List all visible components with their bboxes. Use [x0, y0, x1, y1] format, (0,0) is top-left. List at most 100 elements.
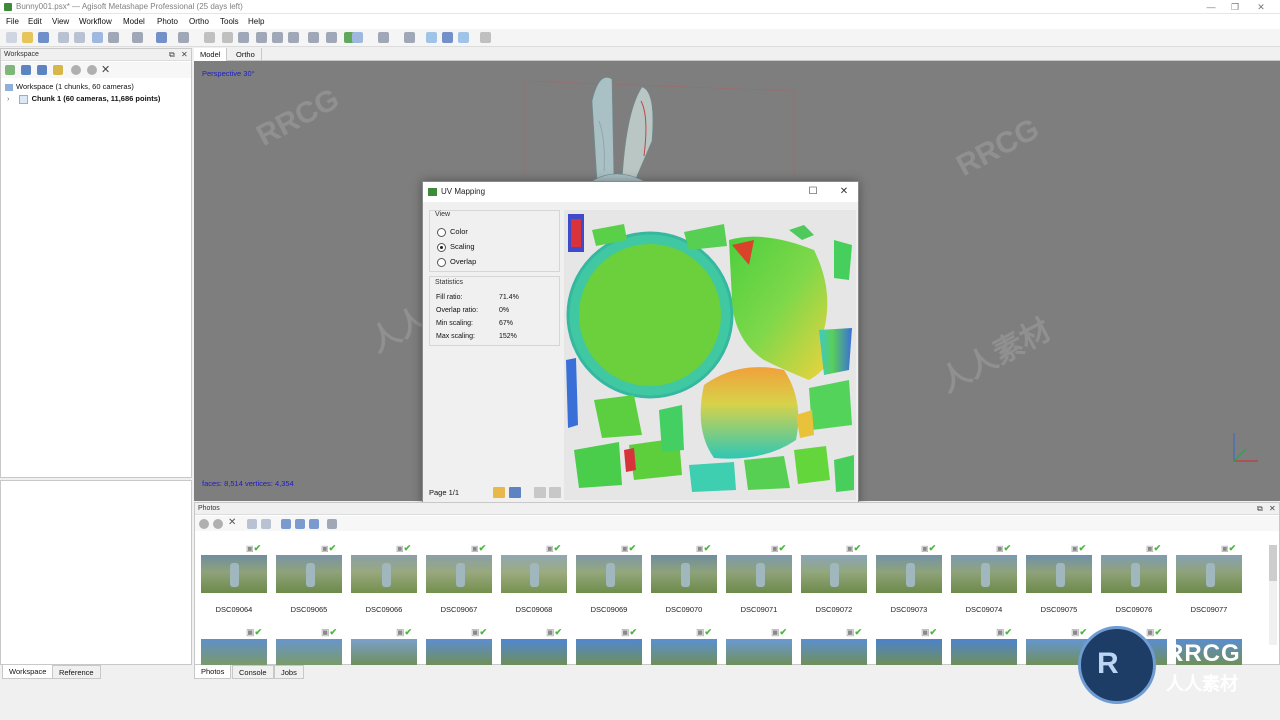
uv-atlas-canvas[interactable]: [564, 210, 856, 500]
photo-thumbnail[interactable]: ▣✔ DSC09068: [501, 539, 567, 619]
photo-thumbnail[interactable]: ▣✔ DSC09065: [276, 539, 342, 619]
menu-photo[interactable]: Photo: [157, 17, 178, 26]
add-folder-icon[interactable]: [37, 65, 47, 75]
close-panel-icon[interactable]: ✕: [181, 50, 188, 59]
workspace-root[interactable]: Workspace (1 chunks, 60 cameras): [5, 82, 134, 91]
menu-workflow[interactable]: Workflow: [79, 17, 112, 26]
rotate-left-icon[interactable]: [247, 519, 257, 529]
photo-thumbnail[interactable]: [276, 639, 342, 665]
radio-button[interactable]: [437, 228, 446, 237]
photo-thumbnail[interactable]: [951, 639, 1017, 665]
menu-edit[interactable]: Edit: [28, 17, 42, 26]
ruler-icon[interactable]: [178, 32, 189, 43]
enable-camera-icon[interactable]: [213, 519, 223, 529]
photo-thumbnail[interactable]: [726, 639, 792, 665]
radio-color[interactable]: Color: [437, 227, 468, 237]
menu-tools[interactable]: Tools: [220, 17, 239, 26]
enable-icon[interactable]: [87, 65, 97, 75]
dense-cloud-icon[interactable]: [378, 32, 389, 43]
remove-icon[interactable]: ✕: [101, 63, 110, 76]
new-icon[interactable]: [6, 32, 17, 43]
close-panel-icon[interactable]: ✕: [1269, 504, 1276, 513]
menu-ortho[interactable]: Ortho: [189, 17, 209, 26]
photo-thumbnail[interactable]: ▣✔ DSC09077: [1176, 539, 1242, 619]
open-icon[interactable]: [22, 32, 33, 43]
minimize-icon[interactable]: —: [1202, 1, 1220, 13]
navigation-icon[interactable]: [156, 32, 167, 43]
photo-thumbnail[interactable]: [651, 639, 717, 665]
merge-icon[interactable]: [53, 65, 63, 75]
photos-scrollbar[interactable]: [1269, 545, 1277, 645]
show-cameras-icon[interactable]: [426, 32, 437, 43]
photo-thumbnail[interactable]: ▣✔ DSC09071: [726, 539, 792, 619]
tab-reference[interactable]: Reference: [52, 665, 101, 679]
move-icon[interactable]: [288, 32, 299, 43]
photo-thumbnail[interactable]: ▣✔ DSC09074: [951, 539, 1017, 619]
thumbnail-medium-icon[interactable]: [295, 519, 305, 529]
settings-icon[interactable]: [480, 32, 491, 43]
shape-icon[interactable]: [132, 32, 143, 43]
photo-thumbnail[interactable]: ▣✔ DSC09070: [651, 539, 717, 619]
photo-thumbnail[interactable]: [501, 639, 567, 665]
camera-icon[interactable]: [404, 32, 415, 43]
menu-file[interactable]: File: [6, 17, 19, 26]
grid-icon[interactable]: [308, 32, 319, 43]
tab-photos[interactable]: Photos: [194, 665, 232, 679]
menu-model[interactable]: Model: [123, 17, 145, 26]
photo-thumbnail[interactable]: ▣✔ DSC09073: [876, 539, 942, 619]
close-icon[interactable]: ✕: [835, 185, 853, 199]
photo-thumbnail[interactable]: [426, 639, 492, 665]
photo-thumbnail[interactable]: ▣✔ DSC09075: [1026, 539, 1092, 619]
tab-model[interactable]: Model: [194, 48, 228, 61]
redo-icon[interactable]: [74, 32, 85, 43]
photo-thumbnail[interactable]: ▣✔ DSC09072: [801, 539, 867, 619]
tab-ortho[interactable]: Ortho: [230, 48, 262, 61]
photo-thumbnail[interactable]: ▣✔ DSC09066: [351, 539, 417, 619]
maximize-icon[interactable]: ☐: [804, 185, 822, 199]
radio-scaling[interactable]: Scaling: [437, 242, 475, 252]
photo-thumbnail[interactable]: ▣✔ DSC09069: [576, 539, 642, 619]
thumbnail-small-icon[interactable]: [281, 519, 291, 529]
float-panel-icon[interactable]: ⧉: [169, 50, 175, 60]
add-chunk-icon[interactable]: [5, 65, 15, 75]
save-icon[interactable]: [38, 32, 49, 43]
chunk-item[interactable]: › Chunk 1 (60 cameras, 11,686 points): [7, 94, 160, 104]
undo-icon[interactable]: [58, 32, 69, 43]
scrollbar-thumb[interactable]: [1269, 545, 1277, 581]
photo-thumbnail[interactable]: ▣✔ DSC09064: [201, 539, 267, 619]
photo-thumbnail[interactable]: [351, 639, 417, 665]
radio-overlap[interactable]: Overlap: [437, 257, 476, 267]
disable-icon[interactable]: [71, 65, 81, 75]
zoom-out-icon[interactable]: [272, 32, 283, 43]
photo-thumbnail[interactable]: [876, 639, 942, 665]
menu-view[interactable]: View: [52, 17, 69, 26]
close-icon[interactable]: ✕: [1252, 1, 1270, 13]
rotate-right-icon[interactable]: [261, 519, 271, 529]
disable-camera-icon[interactable]: [199, 519, 209, 529]
remove-icon[interactable]: ✕: [228, 517, 236, 528]
next-page-icon[interactable]: [549, 487, 561, 498]
save-icon[interactable]: [509, 487, 521, 498]
expand-arrow-icon[interactable]: ›: [7, 94, 10, 103]
photo-thumbnail[interactable]: ▣✔ DSC09067: [426, 539, 492, 619]
select-icon[interactable]: [92, 32, 103, 43]
view-mode-icon[interactable]: [327, 519, 337, 529]
tab-workspace[interactable]: Workspace: [2, 665, 54, 679]
photo-thumbnail[interactable]: [576, 639, 642, 665]
delete-icon[interactable]: [204, 32, 215, 43]
rectangle-select-icon[interactable]: [108, 32, 119, 43]
photo-thumbnail[interactable]: ▣✔ DSC09076: [1101, 539, 1167, 619]
previous-page-icon[interactable]: [534, 487, 546, 498]
show-region-icon[interactable]: [458, 32, 469, 43]
zoom-in-icon[interactable]: [256, 32, 267, 43]
float-panel-icon[interactable]: ⧉: [1257, 504, 1263, 514]
crop-icon[interactable]: [238, 32, 249, 43]
close-x-icon[interactable]: [222, 32, 233, 43]
photo-thumbnail[interactable]: [801, 639, 867, 665]
tab-console[interactable]: Console: [232, 665, 274, 679]
maximize-icon[interactable]: ❐: [1226, 1, 1244, 13]
radio-button[interactable]: [437, 258, 446, 267]
open-folder-icon[interactable]: [493, 487, 505, 498]
tab-jobs[interactable]: Jobs: [274, 665, 304, 679]
thumbnail-large-icon[interactable]: [309, 519, 319, 529]
